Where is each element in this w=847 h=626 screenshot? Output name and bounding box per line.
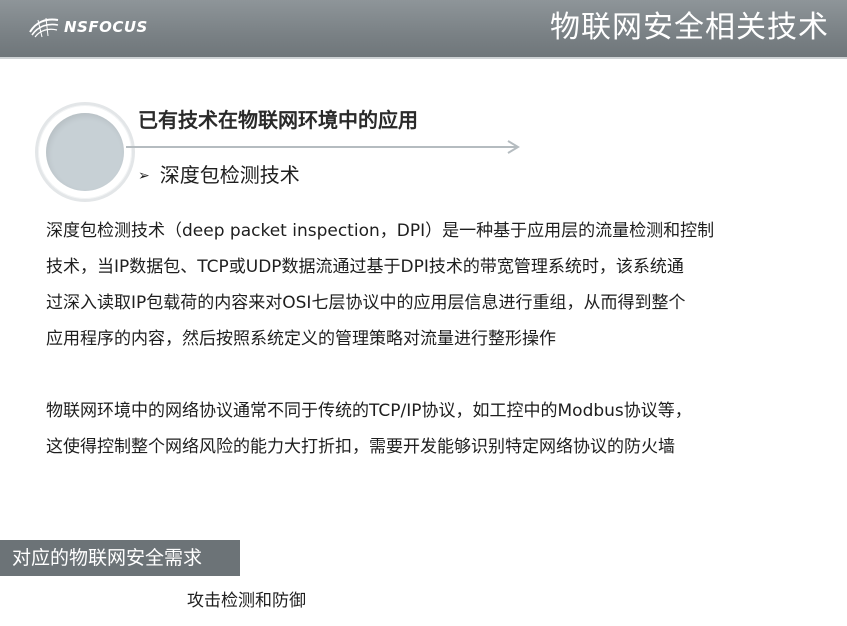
paragraph1-line: 技术，当IP数据包、TCP或UDP数据流通过基于DPI技术的带宽管理系统时，该系… <box>46 257 684 277</box>
triangle-bullet-icon: ➢ <box>138 168 150 184</box>
requirements-label-bar: 对应的物联网安全需求 <box>0 540 240 576</box>
logo-text: NSFOCUS <box>64 18 148 36</box>
arrow-divider-icon <box>126 140 520 154</box>
subheading-label: 深度包检测技术 <box>159 163 300 187</box>
paragraph1-line: 过深入读取IP包载荷的内容来对OSI七层协议中的应用层信息进行重组，从而得到整个 <box>46 293 686 313</box>
globe-swoosh-icon <box>29 17 59 38</box>
paragraph1-line: 深度包检测技术（deep packet inspection，DPI）是一种基于… <box>46 221 715 241</box>
paragraph2-line: 物联网环境中的网络协议通常不同于传统的TCP/IP协议，如工控中的Modbus协… <box>46 401 692 421</box>
subheading: ➢ 深度包检测技术 <box>138 160 300 193</box>
paragraph2-line: 这使得控制整个网络风险的能力大打折扣，需要开发能够识别特定网络协议的防火墙 <box>46 437 675 457</box>
paragraph1-line: 应用程序的内容，然后按照系统定义的管理策略对流量进行整形操作 <box>46 329 556 349</box>
section-title: 已有技术在物联网环境中的应用 <box>138 108 418 132</box>
nsfocus-logo: NSFOCUS <box>28 14 148 40</box>
body-text: 深度包检测技术（deep packet inspection，DPI）是一种基于… <box>46 213 816 465</box>
slide-header: NSFOCUS 物联网安全相关技术 <box>0 0 847 59</box>
slide-title: 物联网安全相关技术 <box>550 10 829 45</box>
requirements-item: 攻击检测和防御 <box>187 591 306 611</box>
decorative-circle-inner <box>46 113 124 191</box>
